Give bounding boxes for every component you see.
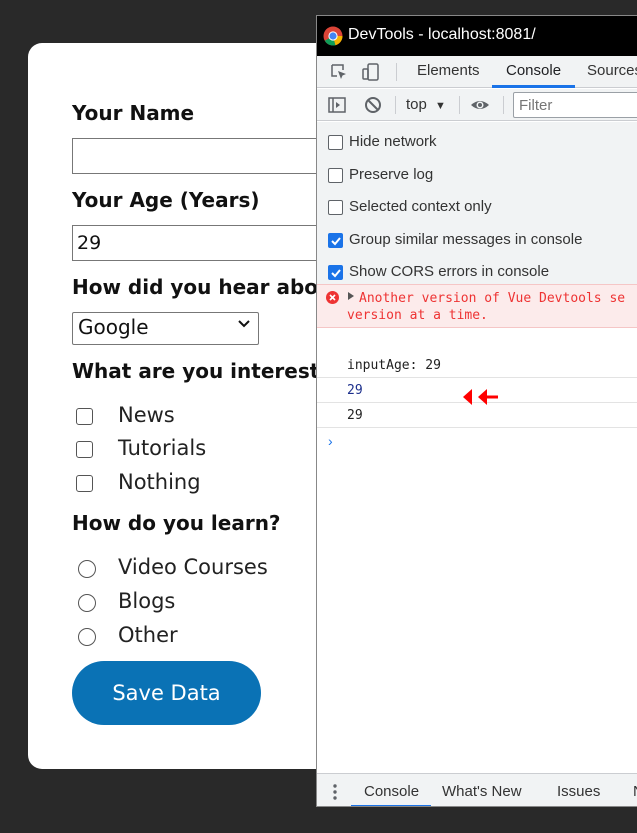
checkmark-icon <box>331 237 341 246</box>
referrer-select[interactable]: Google <box>72 312 259 345</box>
console-toolbar: top ▼ <box>317 89 637 121</box>
learn-video-radio[interactable] <box>78 560 96 578</box>
expand-triangle-icon[interactable] <box>348 292 354 300</box>
drawer-tab-issues[interactable]: Issues <box>557 783 600 800</box>
active-tab-indicator <box>492 85 575 88</box>
interest-tutorials-label: Tutorials <box>118 436 207 460</box>
console-prompt-icon[interactable]: › <box>328 433 333 449</box>
drawer-tab-console[interactable]: Console <box>364 783 419 800</box>
name-label: Your Name <box>72 101 195 125</box>
live-expression-eye-icon[interactable] <box>470 95 490 115</box>
log-text: inputAge: 29 <box>347 358 441 373</box>
devtools-titlebar[interactable]: DevTools - localhost:8081/ <box>317 16 637 56</box>
interest-news-label: News <box>118 403 175 427</box>
save-data-button[interactable]: Save Data <box>72 661 261 725</box>
referrer-label: How did you hear abou <box>72 275 333 299</box>
chrome-logo-icon <box>323 26 343 46</box>
preserve-log-checkbox[interactable] <box>328 168 343 183</box>
show-sidebar-icon[interactable] <box>327 95 347 115</box>
drawer-tab-more[interactable]: N <box>633 783 637 800</box>
interest-news-checkbox[interactable] <box>76 408 93 425</box>
age-label: Your Age (Years) <box>72 188 260 212</box>
selected-context-label: Selected context only <box>349 198 492 215</box>
learn-other-radio[interactable] <box>78 628 96 646</box>
toolbar-divider-3 <box>503 96 504 114</box>
learn-video-label: Video Courses <box>118 555 268 579</box>
chevron-down-icon <box>238 320 250 328</box>
bottom-drawer: Console What's New Issues N <box>317 773 637 806</box>
devtools-title: DevTools - localhost:8081/ <box>348 26 536 43</box>
red-annotation-arrow-icon <box>463 389 498 405</box>
interest-label: What are you intereste <box>72 359 333 383</box>
learn-blogs-radio[interactable] <box>78 594 96 612</box>
console-settings-panel: Hide network Preserve log Selected conte… <box>317 122 637 284</box>
error-text-line2: version at a time. <box>347 308 488 323</box>
learn-label: How do you learn? <box>72 511 281 535</box>
device-toolbar-icon[interactable] <box>361 62 381 82</box>
tabbar-divider <box>396 63 397 81</box>
drawer-active-tab-indicator <box>351 805 431 806</box>
context-selector[interactable]: top ▼ <box>406 96 446 113</box>
devtools-window: DevTools - localhost:8081/ Elements Cons… <box>316 15 637 807</box>
log-line: inputAge: 29 <box>317 353 637 378</box>
group-similar-checkbox[interactable] <box>328 233 343 248</box>
toolbar-divider <box>395 96 396 114</box>
filter-input[interactable] <box>513 92 637 118</box>
toolbar-divider-2 <box>459 96 460 114</box>
context-value: top <box>406 96 427 113</box>
interest-tutorials-checkbox[interactable] <box>76 441 93 458</box>
hide-network-label: Hide network <box>349 133 437 150</box>
learn-blogs-label: Blogs <box>118 589 176 613</box>
tab-elements[interactable]: Elements <box>417 62 480 79</box>
interest-nothing-label: Nothing <box>118 470 201 494</box>
log-text: 29 <box>347 383 363 398</box>
hide-network-checkbox[interactable] <box>328 135 343 150</box>
log-line: 29 <box>317 403 637 428</box>
more-options-icon[interactable] <box>333 784 337 800</box>
log-text: 29 <box>347 408 363 423</box>
preserve-log-label: Preserve log <box>349 166 434 183</box>
devtools-tabbar: Elements Console Sources <box>317 56 637 88</box>
inspect-element-icon[interactable] <box>329 62 349 82</box>
group-similar-label: Group similar messages in console <box>349 231 583 248</box>
tab-console[interactable]: Console <box>506 62 561 79</box>
learn-other-label: Other <box>118 623 178 647</box>
checkmark-icon <box>331 269 341 278</box>
clear-console-icon[interactable] <box>363 95 383 115</box>
error-text-line1: Another version of Vue Devtools se <box>359 291 626 306</box>
interest-nothing-checkbox[interactable] <box>76 475 93 492</box>
caret-down-icon: ▼ <box>435 100 446 112</box>
selected-context-checkbox[interactable] <box>328 200 343 215</box>
cors-errors-label: Show CORS errors in console <box>349 263 550 280</box>
error-icon <box>326 291 339 304</box>
cors-errors-checkbox[interactable] <box>328 265 343 280</box>
drawer-tab-whats-new[interactable]: What's New <box>442 783 522 800</box>
console-error-message[interactable]: Another version of Vue Devtools se versi… <box>317 284 637 328</box>
referrer-selected-value: Google <box>78 315 149 339</box>
tab-sources[interactable]: Sources <box>587 62 637 79</box>
